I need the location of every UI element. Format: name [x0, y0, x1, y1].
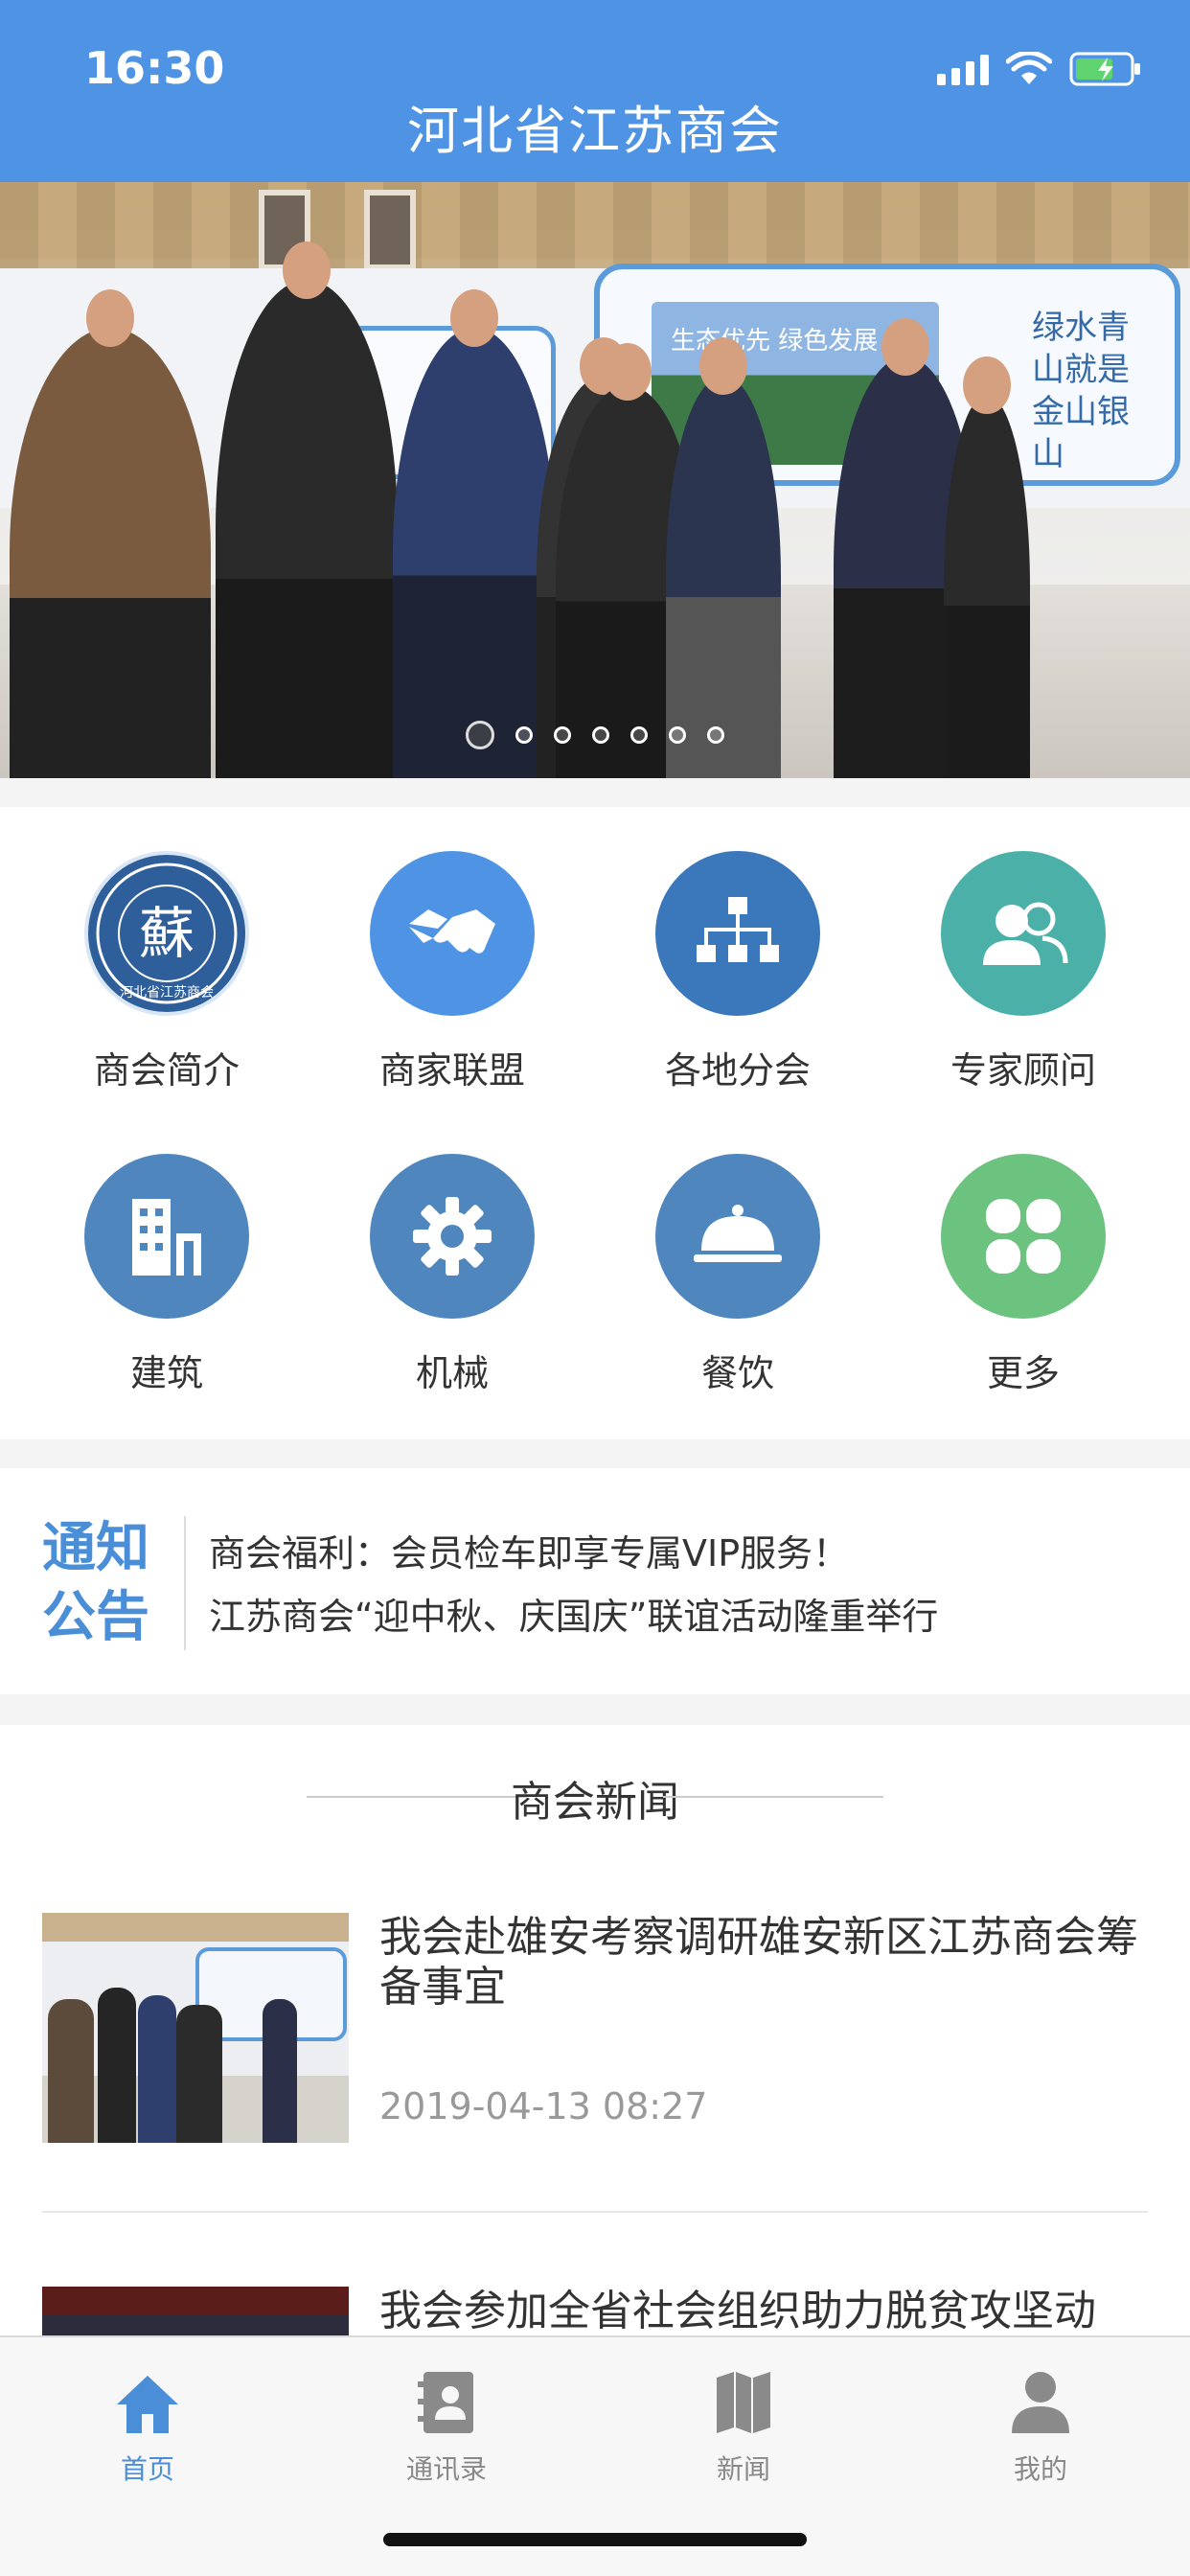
food-cloche-icon	[655, 1154, 820, 1319]
grid-label: 商会简介	[93, 1049, 240, 1092]
news-section-title: 商会新闻	[511, 1778, 679, 1827]
notice-divider	[184, 1516, 186, 1650]
news-header-rule	[663, 1796, 883, 1798]
cellular-signal-icon	[937, 53, 989, 85]
grid-label: 各地分会	[664, 1049, 811, 1092]
news-timestamp: 2019-04-13 08:27	[379, 2085, 708, 2128]
chamber-logo-icon: 蘇 河北省江苏商会	[84, 851, 249, 1016]
top-header: 16:30 河北省江苏商会	[0, 0, 1190, 182]
tab-news[interactable]: 新闻	[648, 2364, 839, 2487]
battery-charging-icon	[1069, 52, 1142, 86]
notice-board: 通知 公告 商会福利：会员检车即享专属VIP服务！ 江苏商会“迎中秋、庆国庆”联…	[0, 1468, 1190, 1694]
grid-label: 专家顾问	[950, 1049, 1096, 1092]
news-divider	[42, 2211, 1148, 2213]
svg-text:河北省江苏商会: 河北省江苏商会	[120, 985, 214, 1000]
grid-item-merchant-alliance[interactable]: 商家联盟	[309, 851, 596, 1093]
tab-contacts[interactable]: 通讯录	[351, 2364, 542, 2487]
home-indicator[interactable]	[383, 2533, 807, 2546]
notice-item[interactable]: 江苏商会“迎中秋、庆国庆”联谊活动隆重举行	[209, 1587, 938, 1640]
news-section: 商会新闻 我会赴雄安考察调研雄安新区江苏商会筹备事宜 2019-04-13 08…	[0, 1725, 1190, 2517]
notice-tag-line: 通知	[42, 1517, 149, 1579]
news-thumbnail	[42, 1913, 349, 2143]
news-title[interactable]: 我会赴雄安考察调研雄安新区江苏商会筹备事宜	[379, 1913, 1165, 2012]
carousel-indicator[interactable]	[0, 721, 1190, 749]
svg-text:蘇: 蘇	[139, 901, 195, 966]
app-screen: 16:30 河北省江苏商会 生态优先 绿色发展 绿水青山就是金山银山 蘇 河北省…	[0, 0, 1190, 2576]
news-list-item[interactable]: 我会赴雄安考察调研雄安新区江苏商会筹备事宜 2019-04-13 08:27	[42, 1913, 1148, 2152]
function-grid: 蘇 河北省江苏商会 商会简介 商家联盟 各地分会 专家顾问 建筑 机械 餐饮 更…	[0, 807, 1190, 1439]
org-chart-icon	[655, 851, 820, 1016]
people-icon	[941, 851, 1106, 1016]
grid-label: 更多	[986, 1352, 1060, 1394]
person-icon	[945, 2364, 1136, 2435]
banner-calligraphy: 绿水青山就是金山银山	[1032, 309, 1130, 473]
notice-item[interactable]: 商会福利：会员检车即享专属VIP服务！	[209, 1524, 849, 1576]
map-book-icon	[648, 2364, 839, 2435]
carousel-dot[interactable]	[669, 726, 686, 744]
tab-label: 通讯录	[405, 2453, 487, 2485]
status-time: 16:30	[84, 42, 225, 94]
tab-label: 首页	[120, 2453, 174, 2485]
banner-carousel[interactable]: 生态优先 绿色发展 绿水青山就是金山银山	[0, 182, 1190, 778]
grid-label: 餐饮	[700, 1352, 774, 1394]
grid-item-experts[interactable]: 专家顾问	[880, 851, 1167, 1093]
status-icons	[937, 50, 1142, 88]
carousel-dot[interactable]	[592, 726, 609, 744]
notice-tag-line: 公告	[42, 1586, 149, 1648]
carousel-dot[interactable]	[515, 726, 533, 744]
grid-item-branches[interactable]: 各地分会	[594, 851, 881, 1093]
tab-home[interactable]: 首页	[52, 2364, 243, 2487]
page-title: 河北省江苏商会	[407, 101, 783, 161]
handshake-icon	[370, 851, 535, 1016]
grid-item-construction[interactable]: 建筑	[23, 1154, 310, 1396]
contacts-icon	[351, 2364, 542, 2435]
grid-item-chamber-intro[interactable]: 蘇 河北省江苏商会 商会简介	[23, 851, 310, 1093]
tab-label: 我的	[1013, 2453, 1067, 2485]
grid-label: 商家联盟	[378, 1049, 525, 1092]
carousel-dot[interactable]	[554, 726, 571, 744]
notice-tag: 通知 公告	[42, 1514, 157, 1652]
clover-icon	[941, 1154, 1106, 1319]
carousel-dot[interactable]	[466, 721, 494, 749]
home-icon	[52, 2364, 243, 2435]
grid-label: 机械	[415, 1352, 489, 1394]
wifi-icon	[1006, 52, 1052, 86]
grid-item-catering[interactable]: 餐饮	[594, 1154, 881, 1396]
gear-icon	[370, 1154, 535, 1319]
carousel-dot[interactable]	[707, 726, 724, 744]
news-title[interactable]: 我会参加全省社会组织助力脱贫攻坚动	[379, 2287, 1165, 2336]
grid-item-machinery[interactable]: 机械	[309, 1154, 596, 1396]
tab-profile[interactable]: 我的	[945, 2364, 1136, 2487]
grid-item-more[interactable]: 更多	[880, 1154, 1167, 1396]
grid-label: 建筑	[129, 1352, 203, 1394]
building-icon	[84, 1154, 249, 1319]
tab-label: 新闻	[716, 2453, 770, 2485]
carousel-dot[interactable]	[630, 726, 648, 744]
